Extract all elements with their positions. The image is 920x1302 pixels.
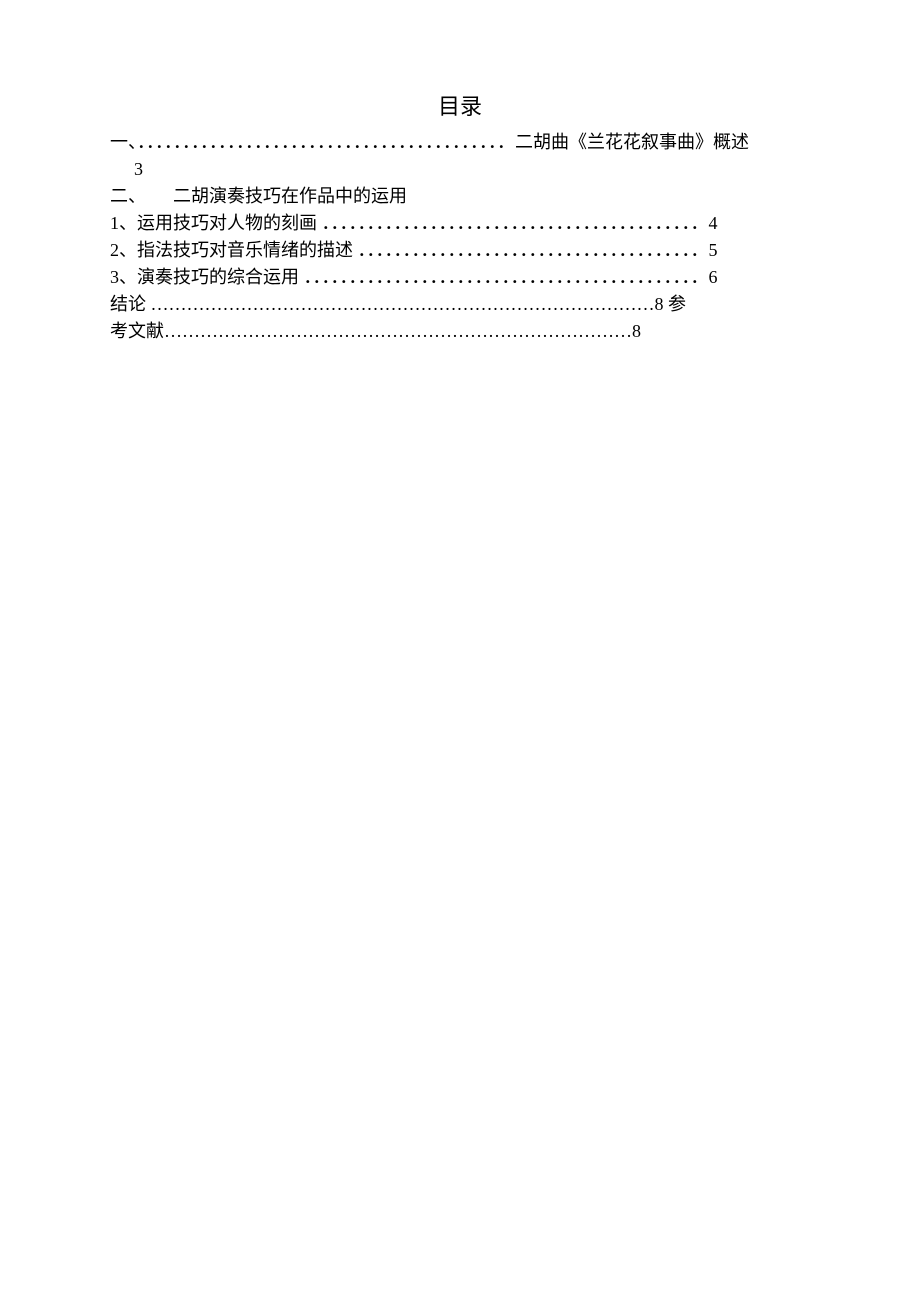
toc-line-4: 1、运用技巧对人物的刻画 ．．．．．．．．．．．．．．．．．．．．．．．．．．．… [110, 210, 810, 237]
toc-line-3: 二、 二胡演奏技巧在作品中的运用 [110, 183, 810, 210]
toc-line-6: 3、演奏技巧的综合运用 ．．．．．．．．．．．．．．．．．．．．．．．．．．．．… [110, 264, 810, 291]
toc-title: 目录 [110, 90, 810, 123]
toc-line-2: 3 [110, 156, 810, 183]
table-of-contents: 一、．．．．．．．．．．．．．．．．．．．．．．．．．．．．．．．．．．．．．．… [110, 129, 810, 345]
toc-line-1: 一、．．．．．．．．．．．．．．．．．．．．．．．．．．．．．．．．．．．．．．… [110, 129, 810, 156]
toc-line-7: 结论 …………………………………………………………………………8 参 [110, 291, 810, 318]
toc-line-5: 2、指法技巧对音乐情绪的描述 ．．．．．．．．．．．．．．．．．．．．．．．．．… [110, 237, 810, 264]
toc-line-8: 考文献……………………………………………………………………8 [110, 318, 810, 345]
